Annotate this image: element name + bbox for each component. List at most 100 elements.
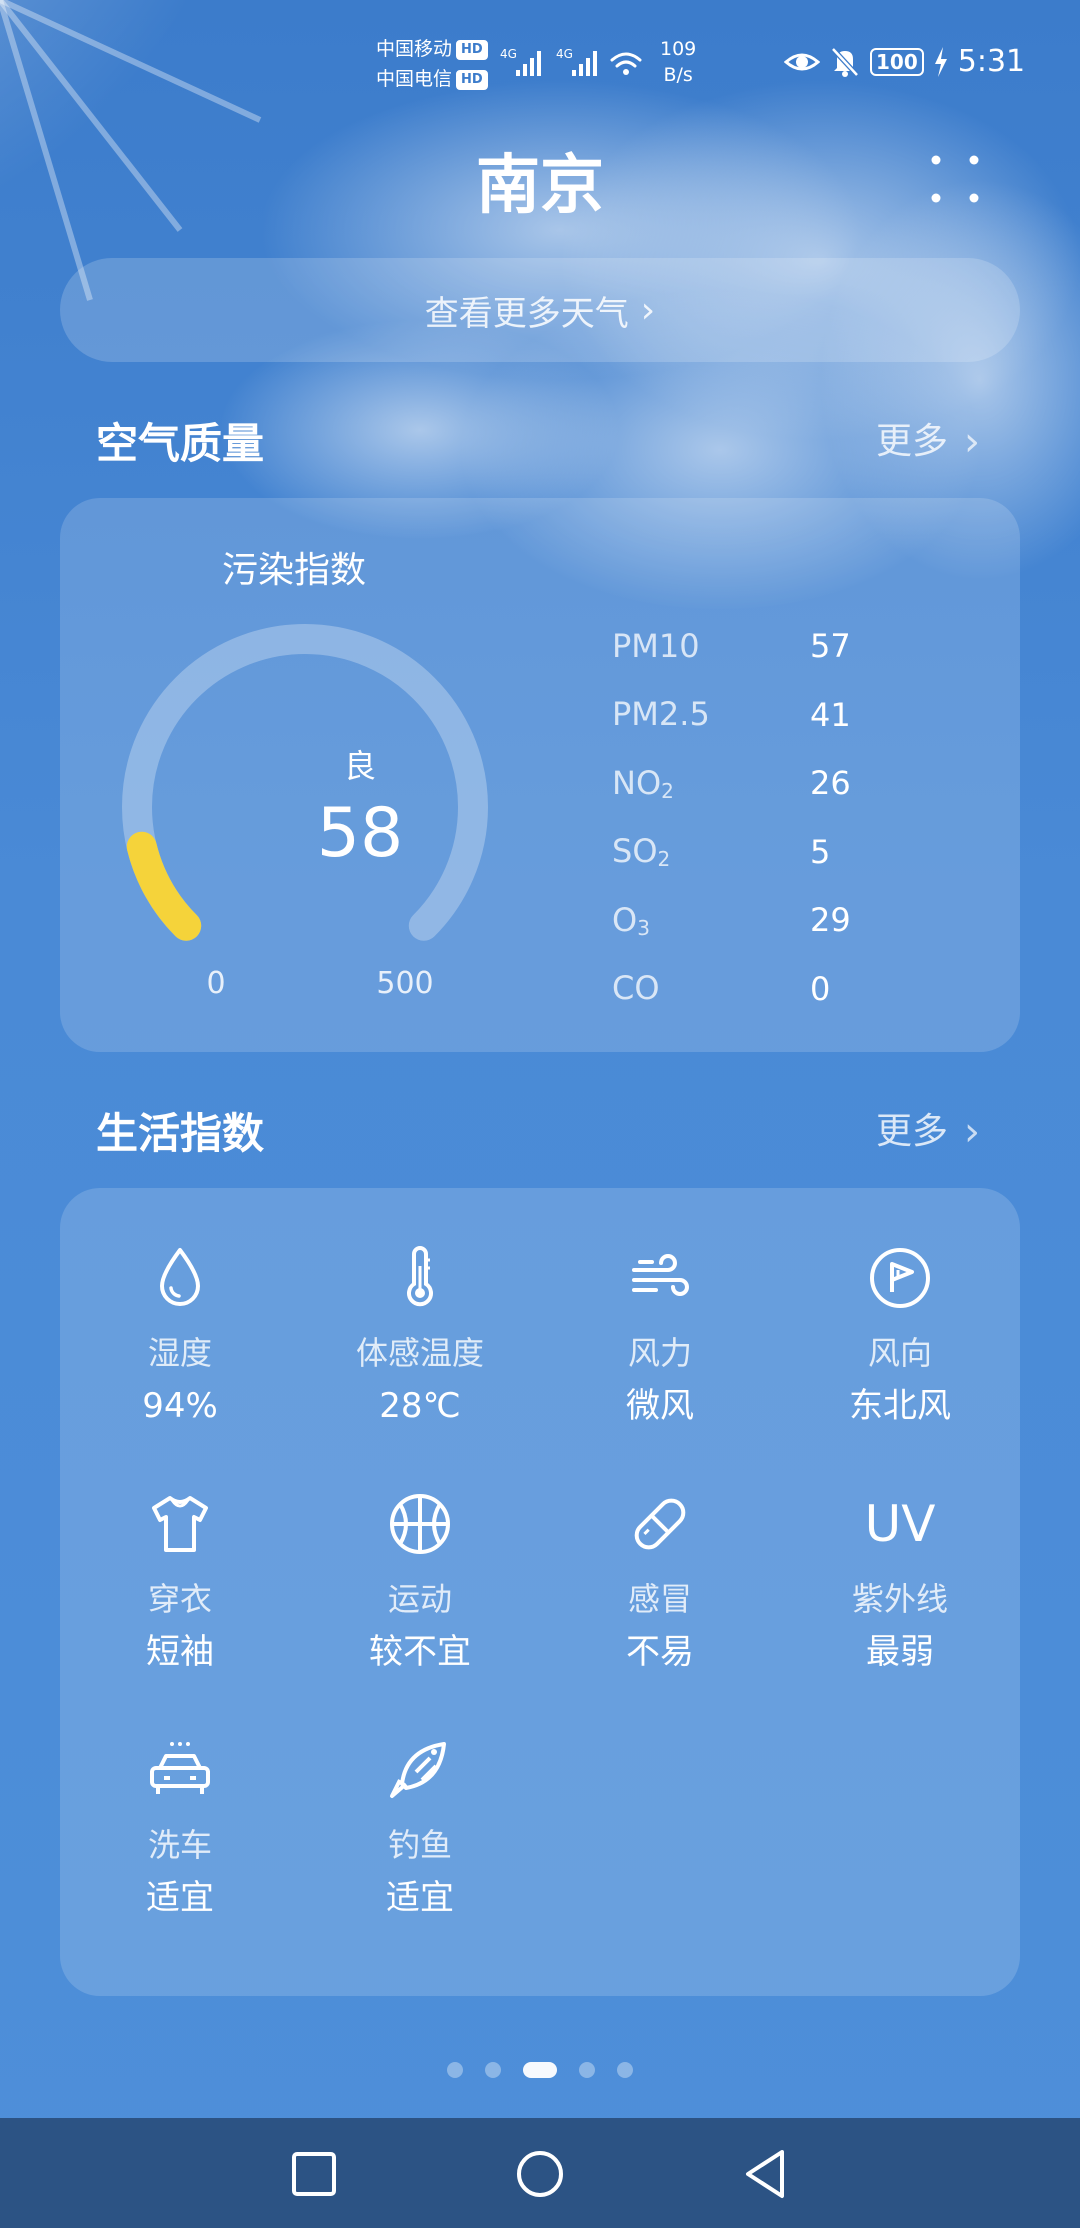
pollutant-name: PM10 [612,626,700,665]
air-quality-more-label: 更多 [875,421,948,462]
pollutant-name: O3 [612,900,650,940]
life-index-title: 生活指数 [96,1109,265,1158]
life-index-more-button[interactable]: 更多 › [876,1102,980,1162]
clothing-icon [146,1490,214,1558]
uv-icon: UV [864,1495,936,1553]
page-indicator [0,2062,1080,2078]
net-type-1: 4G [500,47,517,61]
life-item-fishing[interactable]: 钓鱼 适宜 [300,1680,540,1926]
life-item-humidity[interactable]: 湿度 94% [60,1188,300,1434]
pollutant-value: 0 [810,969,831,1008]
wind-icon [626,1244,694,1312]
wind-direction-icon [866,1244,934,1312]
life-item-label: 风力 [627,1334,692,1372]
life-item-car-wash[interactable]: 洗车 适宜 [60,1680,300,1926]
life-index-card: 湿度 94% 体感温度 28℃ 风力 微风 风向 东北风 穿衣 短袖 运动 较不… [60,1188,1020,1996]
pollutant-row: NO2 26 [612,749,972,818]
more-weather-button[interactable]: 查看更多天气 › [60,258,1020,362]
recent-apps-icon[interactable] [286,2146,342,2202]
chevron-right-icon: › [964,419,980,465]
gauge-fill [126,831,202,941]
thermometer-icon [386,1244,454,1312]
life-item-value: 适宜 [386,1878,454,1918]
life-item-label: 体感温度 [355,1334,484,1372]
page-dot [617,2062,633,2078]
pollutant-name: CO [612,969,660,1008]
carrier-1: 中国移动 [376,38,453,60]
fishing-icon [386,1736,454,1804]
life-item-wind-force[interactable]: 风力 微风 [540,1188,780,1434]
net-type-2: 4G [556,47,573,61]
hd-badge-1: HD [456,39,488,60]
life-item-value: 短袖 [146,1632,214,1672]
hd-badge-2: HD [456,69,488,90]
pollutant-value: 5 [810,832,831,871]
life-item-wind-direction[interactable]: 风向 东北风 [780,1188,1020,1434]
air-quality-card[interactable]: 污染指数 良 58 0 500 PM10 57 PM2.5 41 NO2 26 … [60,498,1020,1052]
humidity-icon [146,1244,214,1312]
air-quality-title: 空气质量 [96,419,265,468]
gauge-min-label: 0 [206,966,226,1001]
more-weather-label: 查看更多天气 [424,293,629,334]
life-item-label: 风向 [867,1334,932,1372]
life-item-label: 运动 [387,1580,452,1618]
sport-icon [386,1490,454,1558]
clock: 5:31 [957,44,1026,79]
life-index-more-label: 更多 [875,1111,948,1152]
page-dot [447,2062,463,2078]
car-wash-icon [146,1736,214,1804]
wifi-icon [610,52,642,68]
life-item-label: 紫外线 [851,1580,948,1618]
life-item-clothing[interactable]: 穿衣 短袖 [60,1434,300,1680]
chevron-right-icon: › [640,289,656,331]
signal-icon: 4G 4G [500,47,642,76]
gauge-max-label: 500 [376,966,434,1001]
chevron-right-icon: › [964,1109,980,1155]
carrier-info: 中国移动 HD 中国电信 HD [376,34,488,94]
pollutant-value: 29 [810,901,851,940]
life-item-value: 不易 [626,1632,694,1672]
pollution-index-label: 污染指数 [222,550,367,591]
life-item-value: 东北风 [849,1386,951,1426]
page-dot [485,2062,501,2078]
net-speed-value: 109 [660,38,697,60]
pollutant-value: 41 [810,695,851,734]
page-dot [579,2062,595,2078]
life-item-label: 钓鱼 [387,1826,452,1864]
pollutant-row: O3 29 [612,886,972,955]
life-item-label: 洗车 [147,1826,212,1864]
life-item-label: 湿度 [147,1334,212,1372]
pollutant-list: PM10 57 PM2.5 41 NO2 26 SO2 5 O3 29 CO 0 [612,612,972,1023]
city-title: 南京 [476,149,604,223]
life-item-value: 微风 [626,1386,694,1426]
aqi-level: 良 [343,747,376,785]
eye-icon [784,53,820,71]
pollutant-name: PM2.5 [612,695,710,734]
life-item-sport[interactable]: 运动 较不宜 [300,1434,540,1680]
battery-indicator: 100 [870,48,924,76]
charging-icon [934,47,947,77]
life-item-value: 最弱 [866,1632,934,1672]
life-item-uv[interactable]: UV 紫外线 最弱 [780,1434,1020,1680]
pollutant-name: NO2 [612,763,674,803]
mute-bell-icon [831,47,859,77]
life-item-value: 适宜 [146,1878,214,1918]
net-speed-unit: B/s [663,64,693,86]
life-item-value: 28℃ [379,1386,461,1426]
carrier-2: 中国电信 [376,68,453,90]
pollutant-row: PM2.5 41 [612,681,972,750]
life-item-value: 较不宜 [369,1632,471,1672]
air-quality-more-button[interactable]: 更多 › [876,412,980,472]
life-item-cold[interactable]: 感冒 不易 [540,1434,780,1680]
pollutant-value: 57 [810,627,851,666]
life-item-feels-like[interactable]: 体感温度 28℃ [300,1188,540,1434]
back-icon[interactable] [738,2146,794,2202]
pill-icon [626,1490,694,1558]
menu-dots-icon[interactable] [930,154,980,204]
status-bar: 中国移动 HD 中国电信 HD 4G 4G 109 B/s 100 5:31 [0,0,1080,110]
page-dot-active [523,2062,557,2078]
pollutant-name: SO2 [612,832,671,872]
home-icon[interactable] [512,2146,568,2202]
pollutant-row: CO 0 [612,955,972,1024]
navigation-bar [0,2118,1080,2228]
